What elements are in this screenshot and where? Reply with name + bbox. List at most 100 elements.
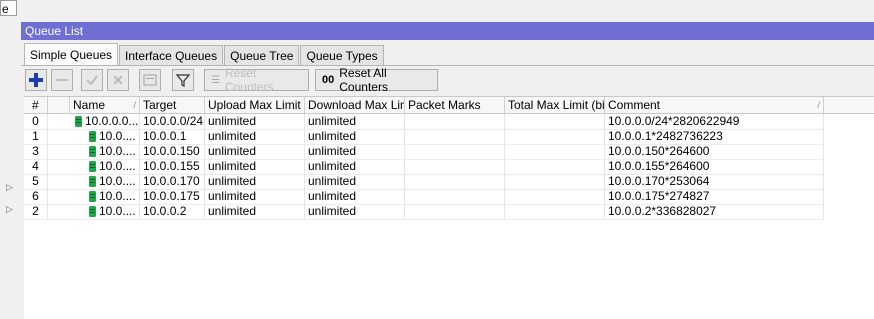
cell-comment: 10.0.0.1*2482736223 [605,129,824,144]
table-row[interactable]: 0 10.0.0.0... 10.0.0.0/24 unlimited unlimite… [24,114,824,130]
cell-name-text: 10.0.... [99,159,136,173]
cell-upload: unlimited [205,204,305,219]
reset-counters-button[interactable]: ☰ Reset Counters [204,66,309,94]
table-row[interactable]: 1 10.0.... 10.0.0.1 unlimited unlimited 10.0.… [24,129,824,145]
cell-upload-text: unlimited [208,204,257,218]
check-icon [86,75,98,86]
col-header-num[interactable]: # [24,97,48,113]
sort-indicator-icon: / [817,100,820,110]
cell-num: 1 [24,129,48,144]
cell-name-text: 10.0.... [99,144,136,158]
comment-button[interactable] [139,69,161,91]
cell-download: unlimited [305,189,405,204]
cell-download: unlimited [305,129,405,144]
table-row[interactable]: 4 10.0.... 10.0.0.155 unlimited unlimited 10.… [24,159,824,175]
cell-marks [405,144,505,159]
cell-target: 10.0.0.175 [140,189,205,204]
tab-queue-types[interactable]: Queue Types [300,45,384,66]
cell-total [505,189,605,204]
table-header: # Name / Target Upload Max Limit Download… [24,97,874,114]
col-header-target[interactable]: Target [140,97,205,113]
cell-download: unlimited [305,144,405,159]
cell-num-text: 3 [32,144,39,158]
cell-download-text: unlimited [308,114,357,128]
cell-comment: 10.0.0.2*336828027 [605,204,824,219]
cell-name-text: 10.0.0.0... [85,114,139,128]
window-title: Queue List [21,22,874,40]
add-button[interactable] [25,69,47,91]
cell-target: 10.0.0.1 [140,129,205,144]
reset-all-counters-button[interactable]: 00 Reset All Counters [315,66,438,94]
cell-target-text: 10.0.0.170 [143,174,200,188]
col-header-download[interactable]: Download Max Limit [305,97,405,113]
queue-list-window: Queue List Simple Queues Interface Queue… [21,22,874,319]
cell-comment-text: 10.0.0.175*274827 [608,189,710,203]
enable-button[interactable] [81,69,103,91]
col-comment-label: Comment [608,98,661,112]
queue-icon [88,204,99,218]
tab-queue-tree[interactable]: Queue Tree [224,45,300,66]
cell-total [505,114,605,129]
cell-target-text: 10.0.0.2 [143,204,187,218]
cell-name-text: 10.0.... [99,129,136,143]
col-header-name[interactable]: Name / [70,97,140,113]
cell-download: unlimited [305,159,405,174]
cell-target: 10.0.0.150 [140,144,205,159]
table-row[interactable]: 2 10.0.... 10.0.0.2 unlimited unlimited 10.0.… [24,204,824,220]
cell-target-text: 10.0.0.175 [143,189,200,203]
disable-button[interactable] [107,69,129,91]
cross-icon [113,75,123,85]
tab-simple-queues[interactable]: Simple Queues [24,43,119,66]
cell-download-text: unlimited [308,189,357,203]
cell-download-text: unlimited [308,129,357,143]
cell-num: 4 [24,159,48,174]
cell-upload-text: unlimited [208,159,257,173]
cell-num-text: 5 [32,174,39,188]
table-row[interactable]: 5 10.0.... 10.0.0.170 unlimited unlimited 10.… [24,174,824,190]
col-name-label: Name [73,98,106,112]
tab-interface-queues[interactable]: Interface Queues [119,45,224,66]
reset-all-counters-label: Reset All Counters [339,66,388,94]
cell-comment: 10.0.0.175*274827 [605,189,824,204]
table-row[interactable]: 3 10.0.... 10.0.0.150 unlimited unlimited 10.… [24,144,824,160]
cell-name: 10.0.... [70,144,140,159]
expand-arrow-icon[interactable]: ▷ [6,204,13,215]
col-header-comment[interactable]: Comment / [605,97,824,113]
filter-button[interactable] [172,69,194,91]
cell-num-text: 1 [32,129,39,143]
cell-comment: 10.0.0.155*264600 [605,159,824,174]
cell-download: unlimited [305,114,405,129]
col-header-total-max[interactable]: Total Max Limit (bi... [505,97,605,113]
cell-comment-text: 10.0.0.150*264600 [608,144,710,158]
reset-all-icon: 00 [322,74,335,86]
queue-icon [88,144,99,158]
cell-num: 2 [24,204,48,219]
cell-total [505,129,605,144]
col-header-upload[interactable]: Upload Max Limit [205,97,305,113]
table-row[interactable]: 6 10.0.... 10.0.0.175 unlimited unlimited 10.… [24,189,824,205]
cell-upload-text: unlimited [208,144,257,158]
col-header-packet-marks[interactable]: Packet Marks [405,97,505,113]
cell-upload: unlimited [205,129,305,144]
window-fragment-label: e [0,0,17,16]
cell-name-text: 10.0.... [99,189,136,203]
cell-num: 3 [24,144,48,159]
cell-comment: 10.0.0.150*264600 [605,144,824,159]
remove-button[interactable] [51,69,73,91]
cell-name: 10.0.... [70,204,140,219]
cell-target: 10.0.0.155 [140,159,205,174]
cell-comment-text: 10.0.0.2*336828027 [608,204,717,218]
expand-arrow-icon[interactable]: ▷ [6,182,13,193]
queue-icon [88,129,99,143]
cell-upload-text: unlimited [208,129,257,143]
cell-upload-text: unlimited [208,114,257,128]
queue-icon [88,159,99,173]
cell-marks [405,204,505,219]
cell-name-text: 10.0.... [99,174,136,188]
simple-queues-table: # Name / Target Upload Max Limit Download… [24,96,874,319]
col-header-flags[interactable] [48,97,70,113]
cell-total [505,144,605,159]
cell-target: 10.0.0.2 [140,204,205,219]
sort-indicator-icon: / [133,100,136,110]
cell-name: 10.0.0.0... [70,114,140,129]
